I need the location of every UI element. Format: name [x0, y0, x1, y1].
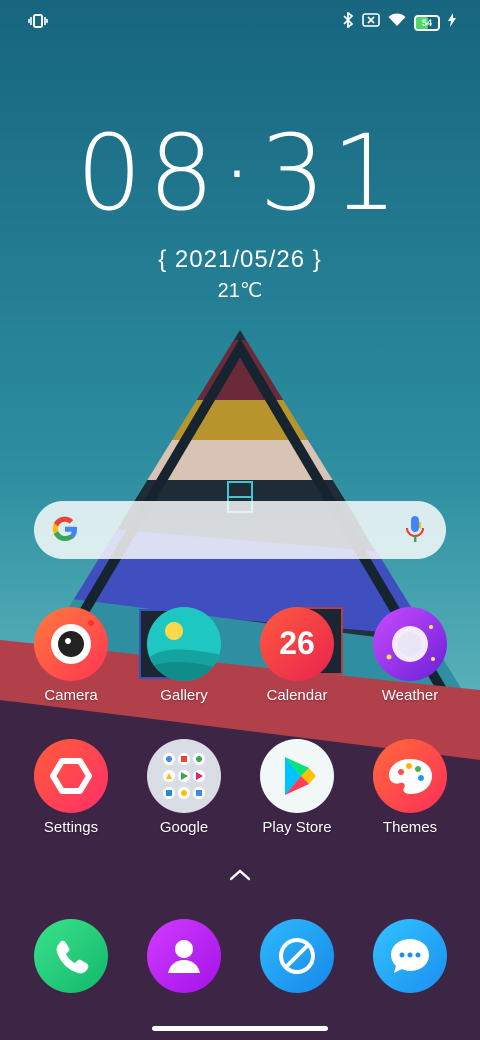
app-camera[interactable]: Camera	[21, 607, 121, 704]
clock-time: 08·31	[76, 112, 404, 234]
calendar-icon: 26	[260, 607, 334, 681]
google-g-icon	[50, 514, 80, 549]
app-label: Calendar	[266, 687, 328, 704]
app-calendar[interactable]: 26 Calendar	[247, 607, 347, 704]
app-weather[interactable]: Weather	[360, 607, 460, 704]
charging-icon	[448, 13, 456, 32]
no-sim-icon	[362, 13, 380, 32]
clock-date: { 2021/05/26 }	[158, 246, 322, 273]
phone-icon	[34, 919, 108, 993]
temperature: 21℃	[217, 280, 263, 302]
weather-icon	[373, 607, 447, 681]
app-google-folder[interactable]: Google	[134, 739, 234, 836]
battery-icon: 54	[414, 14, 440, 31]
app-gallery[interactable]: Gallery	[134, 607, 234, 704]
play-store-icon	[260, 739, 334, 813]
messages-icon	[373, 919, 447, 993]
status-bar: 54	[0, 0, 480, 44]
settings-icon	[34, 739, 108, 813]
dock-browser[interactable]	[247, 919, 347, 993]
microphone-icon[interactable]	[404, 514, 426, 551]
home-indicator[interactable]	[152, 1026, 328, 1031]
dock-phone[interactable]	[21, 919, 121, 993]
calendar-day: 26	[279, 625, 315, 661]
app-label: Camera	[44, 687, 98, 704]
battery-level: 54	[421, 17, 432, 28]
dock-messages[interactable]	[360, 919, 460, 993]
app-themes[interactable]: Themes	[360, 739, 460, 836]
themes-icon	[373, 739, 447, 813]
app-drawer-chevron-up-icon[interactable]	[228, 868, 252, 887]
gallery-icon	[147, 607, 221, 681]
app-play-store[interactable]: Play Store	[247, 739, 347, 836]
app-label: Gallery	[160, 687, 208, 704]
google-folder-icon	[147, 739, 221, 813]
app-label: Settings	[43, 819, 99, 836]
bluetooth-icon	[342, 11, 354, 33]
contacts-icon	[147, 919, 221, 993]
app-label: Play Store	[262, 819, 332, 836]
browser-icon	[260, 919, 334, 993]
google-search-bar[interactable]	[34, 501, 446, 559]
wifi-icon	[388, 13, 406, 32]
app-label: Google	[159, 819, 209, 836]
app-label: Themes	[382, 819, 438, 836]
app-label: Weather	[381, 687, 439, 704]
dock-contacts[interactable]	[134, 919, 234, 993]
app-settings[interactable]: Settings	[21, 739, 121, 836]
vibrate-icon	[28, 14, 48, 33]
camera-icon	[34, 607, 108, 681]
